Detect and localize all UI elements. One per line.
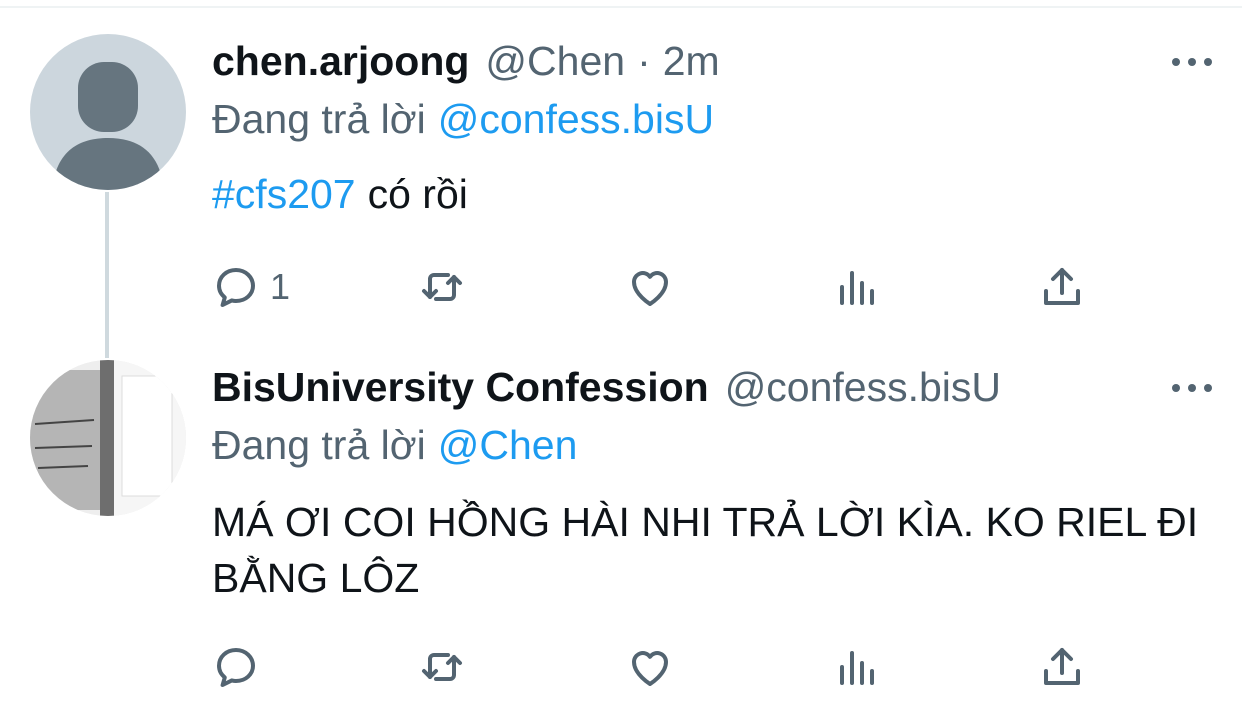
username-handle[interactable]: @confess.bisU	[725, 364, 1204, 411]
love-letter-photo	[30, 360, 186, 516]
display-name[interactable]: BisUniversity Confession	[212, 364, 709, 411]
analytics-icon	[840, 271, 874, 305]
more-options-button[interactable]	[1172, 50, 1212, 74]
thread-connector-line	[105, 192, 109, 358]
separator-dot: ·	[637, 38, 651, 84]
replying-to-mention[interactable]: @confess.bisU	[438, 96, 714, 142]
user-avatar[interactable]	[30, 34, 186, 190]
tweet-header: BisUniversity Confession @confess.bisU	[212, 364, 1212, 411]
reply-count: 1	[270, 266, 291, 307]
username-handle[interactable]: @Chen	[485, 38, 625, 85]
share-button[interactable]	[1038, 642, 1086, 692]
more-icon	[1172, 58, 1180, 66]
like-icon	[631, 271, 669, 306]
tweet-body: #cfs207 có rồi	[212, 166, 1192, 222]
tweet-action-bar: 1	[212, 262, 1102, 312]
display-name[interactable]: chen.arjoong	[212, 38, 469, 85]
tweet-timestamp[interactable]: 2m	[663, 38, 720, 85]
analytics-button[interactable]	[832, 262, 880, 312]
like-button[interactable]	[626, 642, 674, 692]
default-avatar-icon	[52, 62, 164, 190]
share-icon	[1044, 648, 1080, 685]
retweet-icon	[422, 653, 462, 681]
replying-to-mention[interactable]: @Chen	[438, 422, 578, 468]
top-divider	[0, 6, 1242, 8]
tweet-text: MÁ ƠI COI HỒNG HÀI NHI TRẢ LỜI KÌA. KO R…	[212, 499, 1199, 601]
replying-to-label: Đang trả lời	[212, 422, 426, 468]
retweet-button[interactable]	[418, 642, 466, 692]
more-options-button[interactable]	[1172, 376, 1212, 400]
replying-to-label: Đang trả lời	[212, 96, 426, 142]
reply-button[interactable]	[212, 642, 260, 692]
replying-to-line: Đang trả lời @confess.bisU	[212, 96, 714, 143]
share-icon	[1044, 268, 1080, 305]
analytics-icon	[840, 651, 874, 685]
analytics-button[interactable]	[832, 642, 880, 692]
hashtag-link[interactable]: #cfs207	[212, 171, 356, 217]
retweet-icon	[422, 273, 462, 301]
share-button[interactable]	[1038, 262, 1086, 312]
reply-button[interactable]: 1	[212, 262, 290, 312]
like-icon	[631, 651, 669, 686]
tweet-text: có rồi	[367, 171, 468, 217]
like-button[interactable]	[626, 262, 674, 312]
reply-icon	[217, 268, 255, 307]
more-icon	[1172, 384, 1180, 392]
tweet-action-bar	[212, 642, 1102, 692]
replying-to-line: Đang trả lời @Chen	[212, 422, 577, 469]
tweet-header: chen.arjoong @Chen · 2m	[212, 38, 1212, 85]
tweet-body: MÁ ƠI COI HỒNG HÀI NHI TRẢ LỜI KÌA. KO R…	[212, 494, 1212, 606]
page-avatar[interactable]	[30, 360, 186, 516]
reply-icon	[217, 648, 255, 687]
retweet-button[interactable]	[418, 262, 466, 312]
